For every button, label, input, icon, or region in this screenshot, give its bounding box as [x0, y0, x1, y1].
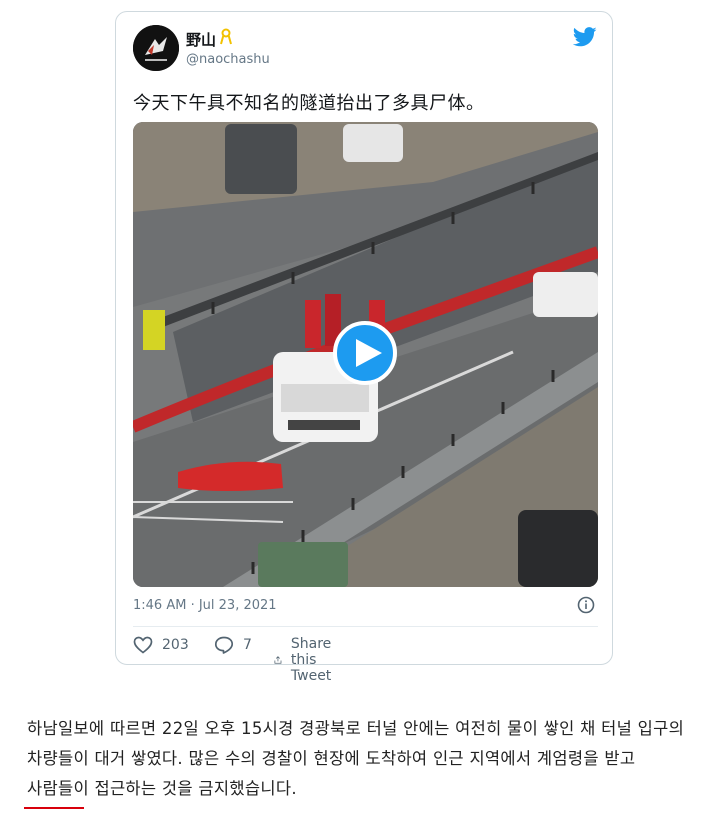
ribbon-icon — [220, 28, 232, 45]
play-button[interactable] — [333, 321, 397, 385]
reply-button[interactable]: 7 — [214, 636, 252, 654]
play-icon — [356, 339, 382, 367]
avatar[interactable] — [133, 25, 179, 71]
share-icon — [274, 656, 282, 664]
tweet-text: 今天下午具不知名的隧道抬出了多具尸体。 — [133, 93, 485, 114]
share-button[interactable]: Share this Tweet — [274, 636, 341, 684]
reply-count: 7 — [243, 637, 252, 653]
twitter-bird-icon[interactable] — [573, 27, 597, 47]
reply-icon — [214, 636, 234, 654]
highlight-underline — [24, 807, 84, 809]
like-button[interactable]: 203 — [133, 636, 189, 654]
share-label: Share this Tweet — [290, 636, 332, 684]
video-thumbnail[interactable] — [133, 122, 598, 587]
divider — [133, 626, 598, 627]
heart-icon — [133, 636, 153, 654]
tweet-timestamp[interactable]: 1:46 AM · Jul 23, 2021 — [133, 598, 277, 613]
like-count: 203 — [162, 637, 189, 653]
info-icon[interactable] — [577, 596, 595, 614]
article-caption: 하남일보에 따르면 22일 오후 15시경 경광북로 터널 안에는 여전히 물이… — [27, 719, 685, 798]
tweet-card: 野山 @naochashu 今天下午具不知名的隧道抬出了多具尸体。 1:46 A… — [115, 11, 613, 684]
user-handle[interactable]: @naochashu — [186, 52, 270, 67]
display-name[interactable]: 野山 — [186, 29, 216, 50]
